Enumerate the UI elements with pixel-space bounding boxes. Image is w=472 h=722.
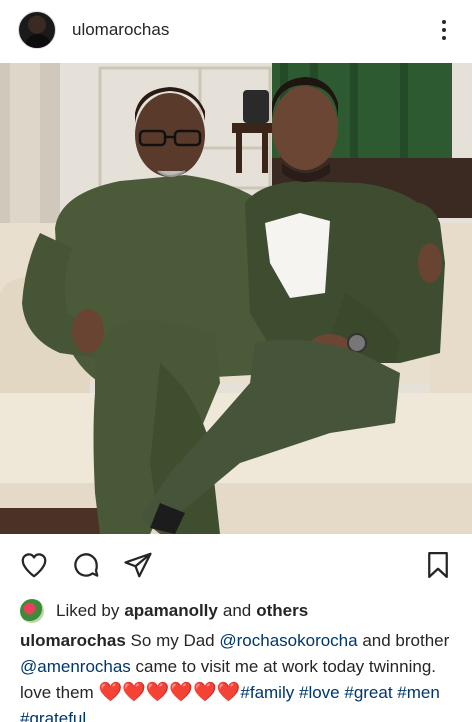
heart-outline-icon[interactable] (18, 549, 50, 581)
hearts-emoji: ❤️❤️❤️❤️❤️❤️ (98, 682, 241, 703)
comment-icon[interactable] (70, 549, 102, 581)
hashtag-love[interactable]: #love (299, 683, 340, 702)
hashtag-grateful[interactable]: #grateful (20, 709, 86, 722)
caption-text-2: and brother (362, 631, 450, 650)
likes-prefix: Liked by (56, 601, 120, 620)
more-options-icon[interactable] (434, 18, 454, 42)
likes-and: and (222, 601, 252, 620)
caption-text-1: So my Dad (130, 631, 215, 650)
mention-link-brother[interactable]: @amenrochas (20, 657, 131, 676)
hashtag-great[interactable]: #great (344, 683, 392, 702)
caption-username[interactable]: ulomarochas (20, 631, 126, 650)
mention-link-dad[interactable]: @rochasokorocha (219, 631, 357, 650)
hashtag-family[interactable]: #family (240, 683, 294, 702)
post-caption: ulomarochas So my Dad @rochasokorocha an… (20, 628, 460, 722)
post-actions (0, 540, 472, 590)
likes-row: Liked by apamanolly and others (20, 598, 308, 624)
profile-avatar[interactable] (18, 11, 56, 49)
post-photo[interactable] (0, 63, 472, 534)
liker-username[interactable]: apamanolly (124, 601, 218, 621)
hashtag-men[interactable]: #men (397, 683, 440, 702)
post-username[interactable]: ulomarochas (72, 20, 169, 40)
likes-others-link[interactable]: others (256, 601, 308, 621)
post-header: ulomarochas (0, 0, 472, 60)
bookmark-icon[interactable] (422, 549, 454, 581)
liker-avatar[interactable] (20, 599, 44, 623)
paper-plane-icon[interactable] (122, 549, 154, 581)
